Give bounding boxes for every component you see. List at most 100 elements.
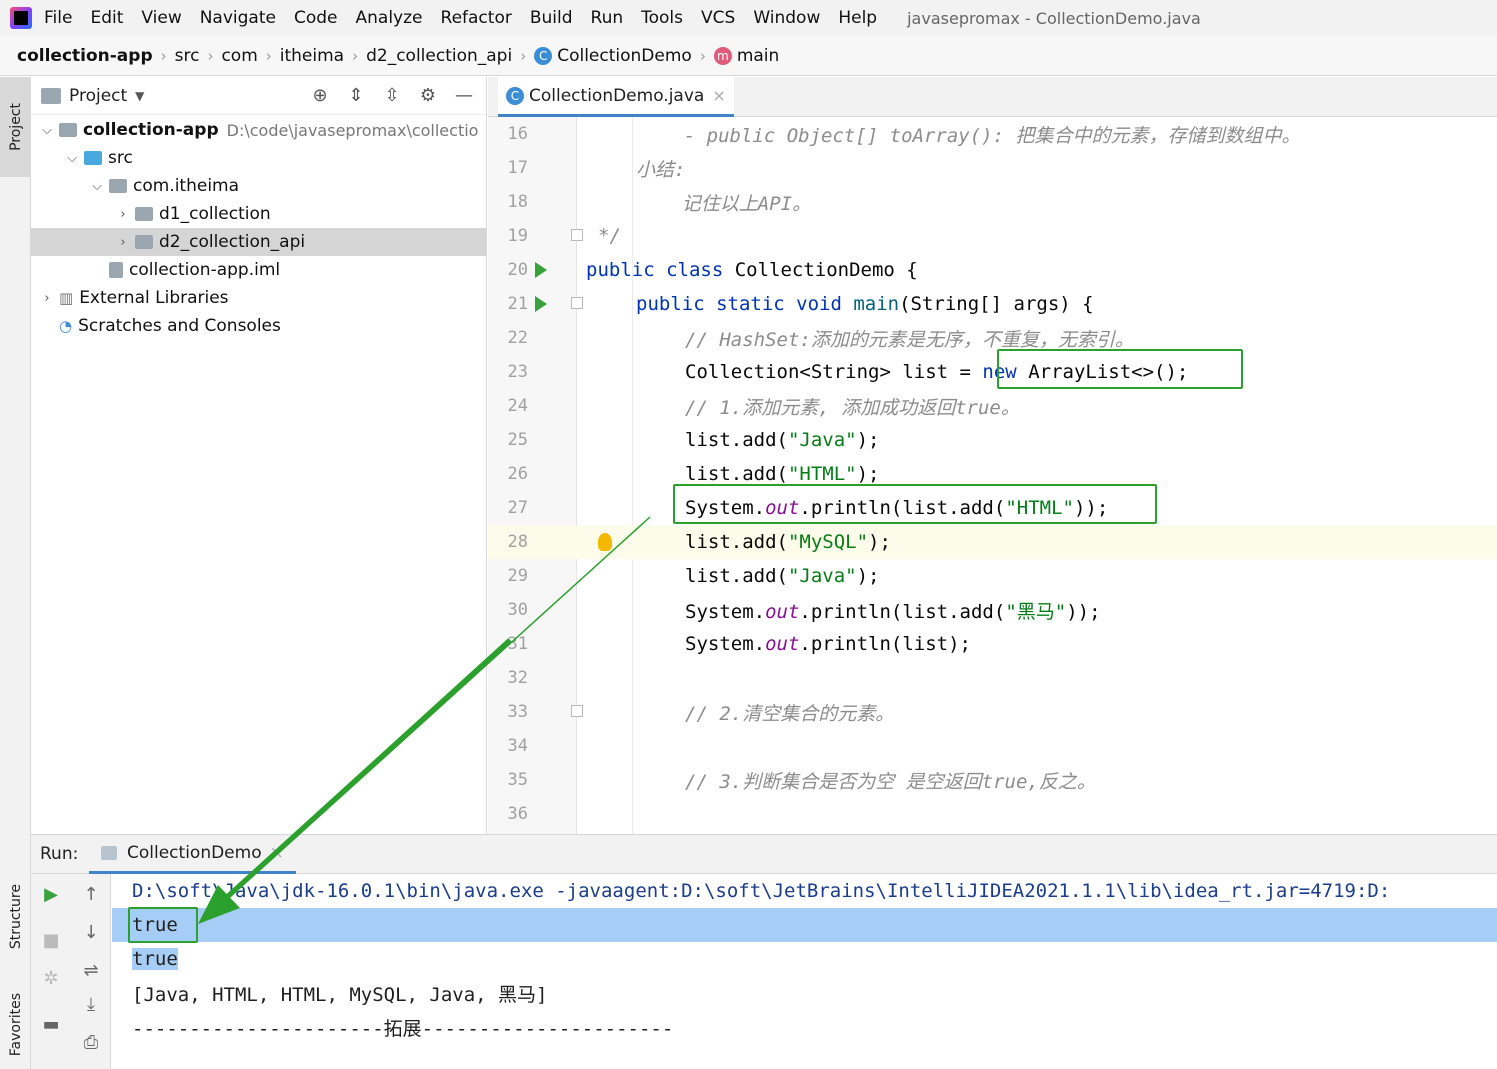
breadcrumb-method[interactable]: main xyxy=(737,46,779,66)
run-tab-label: CollectionDemo xyxy=(127,843,262,863)
tree-item-label: collection-app.iml xyxy=(129,260,281,280)
chevron-right-icon: › xyxy=(520,46,527,65)
stop-icon[interactable]: ■ xyxy=(39,928,63,952)
run-gutter-icon[interactable] xyxy=(535,296,547,312)
menu-help[interactable]: Help xyxy=(838,8,877,28)
chevron-down-icon[interactable]: ⌵ xyxy=(89,179,105,194)
code-line[interactable]: 30 System.out.println(list.add("黑马")); xyxy=(488,593,1497,627)
tree-item-project[interactable]: ⌵ collection-app D:\code\javasepromax\co… xyxy=(31,116,487,144)
code-line[interactable]: 16 - public Object[] toArray(): 把集合中的元素，… xyxy=(488,117,1497,151)
soft-wrap-icon[interactable]: ⇌ xyxy=(79,958,103,982)
console-output[interactable]: D:\soft\Java\jdk-16.0.1\bin\java.exe -ja… xyxy=(112,874,1497,1069)
menu-window[interactable]: Window xyxy=(753,8,820,28)
close-icon[interactable]: × xyxy=(712,86,725,105)
code-line[interactable]: 19 */ xyxy=(488,219,1497,253)
gear-icon[interactable]: ⚙ xyxy=(416,84,440,108)
window-title: javasepromax - CollectionDemo.java xyxy=(907,8,1201,28)
chevron-right-icon: › xyxy=(699,46,706,65)
menu-build[interactable]: Build xyxy=(530,8,573,28)
tree-item-label: collection-app xyxy=(83,120,219,140)
arrow-up-icon[interactable]: ↑ xyxy=(79,882,103,906)
code-line[interactable]: 33 // 2.清空集合的元素。 xyxy=(488,695,1497,729)
menu-run[interactable]: Run xyxy=(591,8,624,28)
debug-icon[interactable]: ✲ xyxy=(39,966,63,990)
dropdown-arrow-icon[interactable]: ▼ xyxy=(135,89,144,103)
layout-icon[interactable]: ▬ xyxy=(39,1012,63,1036)
structure-tool-tab[interactable]: Structure xyxy=(0,867,31,967)
tree-item-label: d1_collection xyxy=(159,204,271,224)
print-icon[interactable]: ⎙ xyxy=(79,1030,103,1054)
tree-item-d1-collection[interactable]: › d1_collection xyxy=(31,200,487,228)
collapse-all-icon[interactable]: ⇳ xyxy=(380,84,404,108)
code-line[interactable]: 24 // 1.添加元素, 添加成功返回true。 xyxy=(488,389,1497,423)
code-line[interactable]: 18 记住以上API。 xyxy=(488,185,1497,219)
tree-item-path: D:\code\javasepromax\collectio xyxy=(226,120,479,140)
tree-item-iml[interactable]: collection-app.iml xyxy=(31,256,487,284)
breadcrumb-class[interactable]: CollectionDemo xyxy=(557,46,692,66)
menu-view[interactable]: View xyxy=(141,8,181,28)
breadcrumb-src[interactable]: src xyxy=(175,46,200,66)
fold-icon[interactable] xyxy=(571,705,583,717)
menu-navigate[interactable]: Navigate xyxy=(200,8,276,28)
code-line-current[interactable]: 28 list.add("MySQL"); xyxy=(488,525,1497,559)
chevron-right-icon: › xyxy=(265,46,272,65)
rerun-icon[interactable]: ▶ xyxy=(39,882,63,906)
favorites-tool-label: Favorites xyxy=(7,992,24,1057)
code-line[interactable]: 22 // HashSet:添加的元素是无序，不重复，无索引。 xyxy=(488,321,1497,355)
code-line[interactable]: 20 public class CollectionDemo { xyxy=(488,253,1497,287)
menu-tools[interactable]: Tools xyxy=(641,8,683,28)
code-line[interactable]: 25 list.add("Java"); xyxy=(488,423,1497,457)
code-line[interactable]: 36 xyxy=(488,797,1497,831)
project-tool-tab[interactable]: Project xyxy=(0,77,31,177)
breadcrumb-package[interactable]: d2_collection_api xyxy=(366,46,512,66)
minimize-icon[interactable]: — xyxy=(452,84,476,108)
code-editor[interactable]: 16 - public Object[] toArray(): 把集合中的元素，… xyxy=(488,117,1497,834)
scroll-to-end-icon[interactable]: ⤓ xyxy=(79,992,103,1016)
close-icon[interactable]: × xyxy=(270,843,284,863)
project-panel-title[interactable]: Project xyxy=(69,86,127,106)
project-tool-label: Project xyxy=(7,103,24,151)
arrow-down-icon[interactable]: ↓ xyxy=(79,920,103,944)
annotation-box-true xyxy=(128,907,198,943)
tree-item-d2-collection-api[interactable]: › d2_collection_api xyxy=(31,228,487,256)
tab-run-collectiondemo[interactable]: CollectionDemo × xyxy=(89,835,296,874)
menu-refactor[interactable]: Refactor xyxy=(441,8,512,28)
editor-tab-bar: C CollectionDemo.java × xyxy=(488,77,1497,117)
code-line[interactable]: 21 public static void main(String[] args… xyxy=(488,287,1497,321)
code-line[interactable]: 29 list.add("Java"); xyxy=(488,559,1497,593)
breadcrumb-project[interactable]: collection-app xyxy=(17,46,153,66)
menu-analyze[interactable]: Analyze xyxy=(356,8,423,28)
package-icon xyxy=(135,235,153,249)
console-line: D:\soft\Java\jdk-16.0.1\bin\java.exe -ja… xyxy=(132,880,1391,902)
favorites-tool-tab[interactable]: Favorites xyxy=(0,982,31,1067)
code-line[interactable]: 34 xyxy=(488,729,1497,763)
locate-icon[interactable]: ⊕ xyxy=(308,84,332,108)
code-line[interactable]: 23 Collection<String> list = new ArrayLi… xyxy=(488,355,1497,389)
fold-icon[interactable] xyxy=(571,229,583,241)
chevron-right-icon[interactable]: › xyxy=(115,207,131,222)
code-line[interactable]: 32 xyxy=(488,661,1497,695)
chevron-right-icon[interactable]: › xyxy=(115,235,131,250)
tree-item-package[interactable]: ⌵ com.itheima xyxy=(31,172,487,200)
breadcrumb-itheima[interactable]: itheima xyxy=(280,46,344,66)
menu-file[interactable]: File xyxy=(44,8,72,28)
tree-item-scratches[interactable]: ◔ Scratches and Consoles xyxy=(31,312,487,340)
tree-item-external-libraries[interactable]: › ▥ External Libraries xyxy=(31,284,487,312)
chevron-down-icon[interactable]: ⌵ xyxy=(39,123,55,138)
lightbulb-icon[interactable] xyxy=(598,533,612,551)
menu-edit[interactable]: Edit xyxy=(90,8,123,28)
menu-vcs[interactable]: VCS xyxy=(701,8,735,28)
tab-collectiondemo[interactable]: C CollectionDemo.java × xyxy=(498,77,734,117)
run-gutter-icon[interactable] xyxy=(535,262,547,278)
chevron-down-icon[interactable]: ⌵ xyxy=(64,151,80,166)
code-line[interactable]: 35 // 3.判断集合是否为空 是空返回true,反之。 xyxy=(488,763,1497,797)
menu-code[interactable]: Code xyxy=(294,8,338,28)
tree-item-src[interactable]: ⌵ src xyxy=(31,144,487,172)
expand-all-icon[interactable]: ⇕ xyxy=(344,84,368,108)
code-line[interactable]: 31 System.out.println(list); xyxy=(488,627,1497,661)
tree-item-label: d2_collection_api xyxy=(159,232,306,252)
breadcrumb-com[interactable]: com xyxy=(221,46,257,66)
fold-icon[interactable] xyxy=(571,297,583,309)
chevron-right-icon[interactable]: › xyxy=(39,291,55,306)
code-line[interactable]: 17 小结: xyxy=(488,151,1497,185)
